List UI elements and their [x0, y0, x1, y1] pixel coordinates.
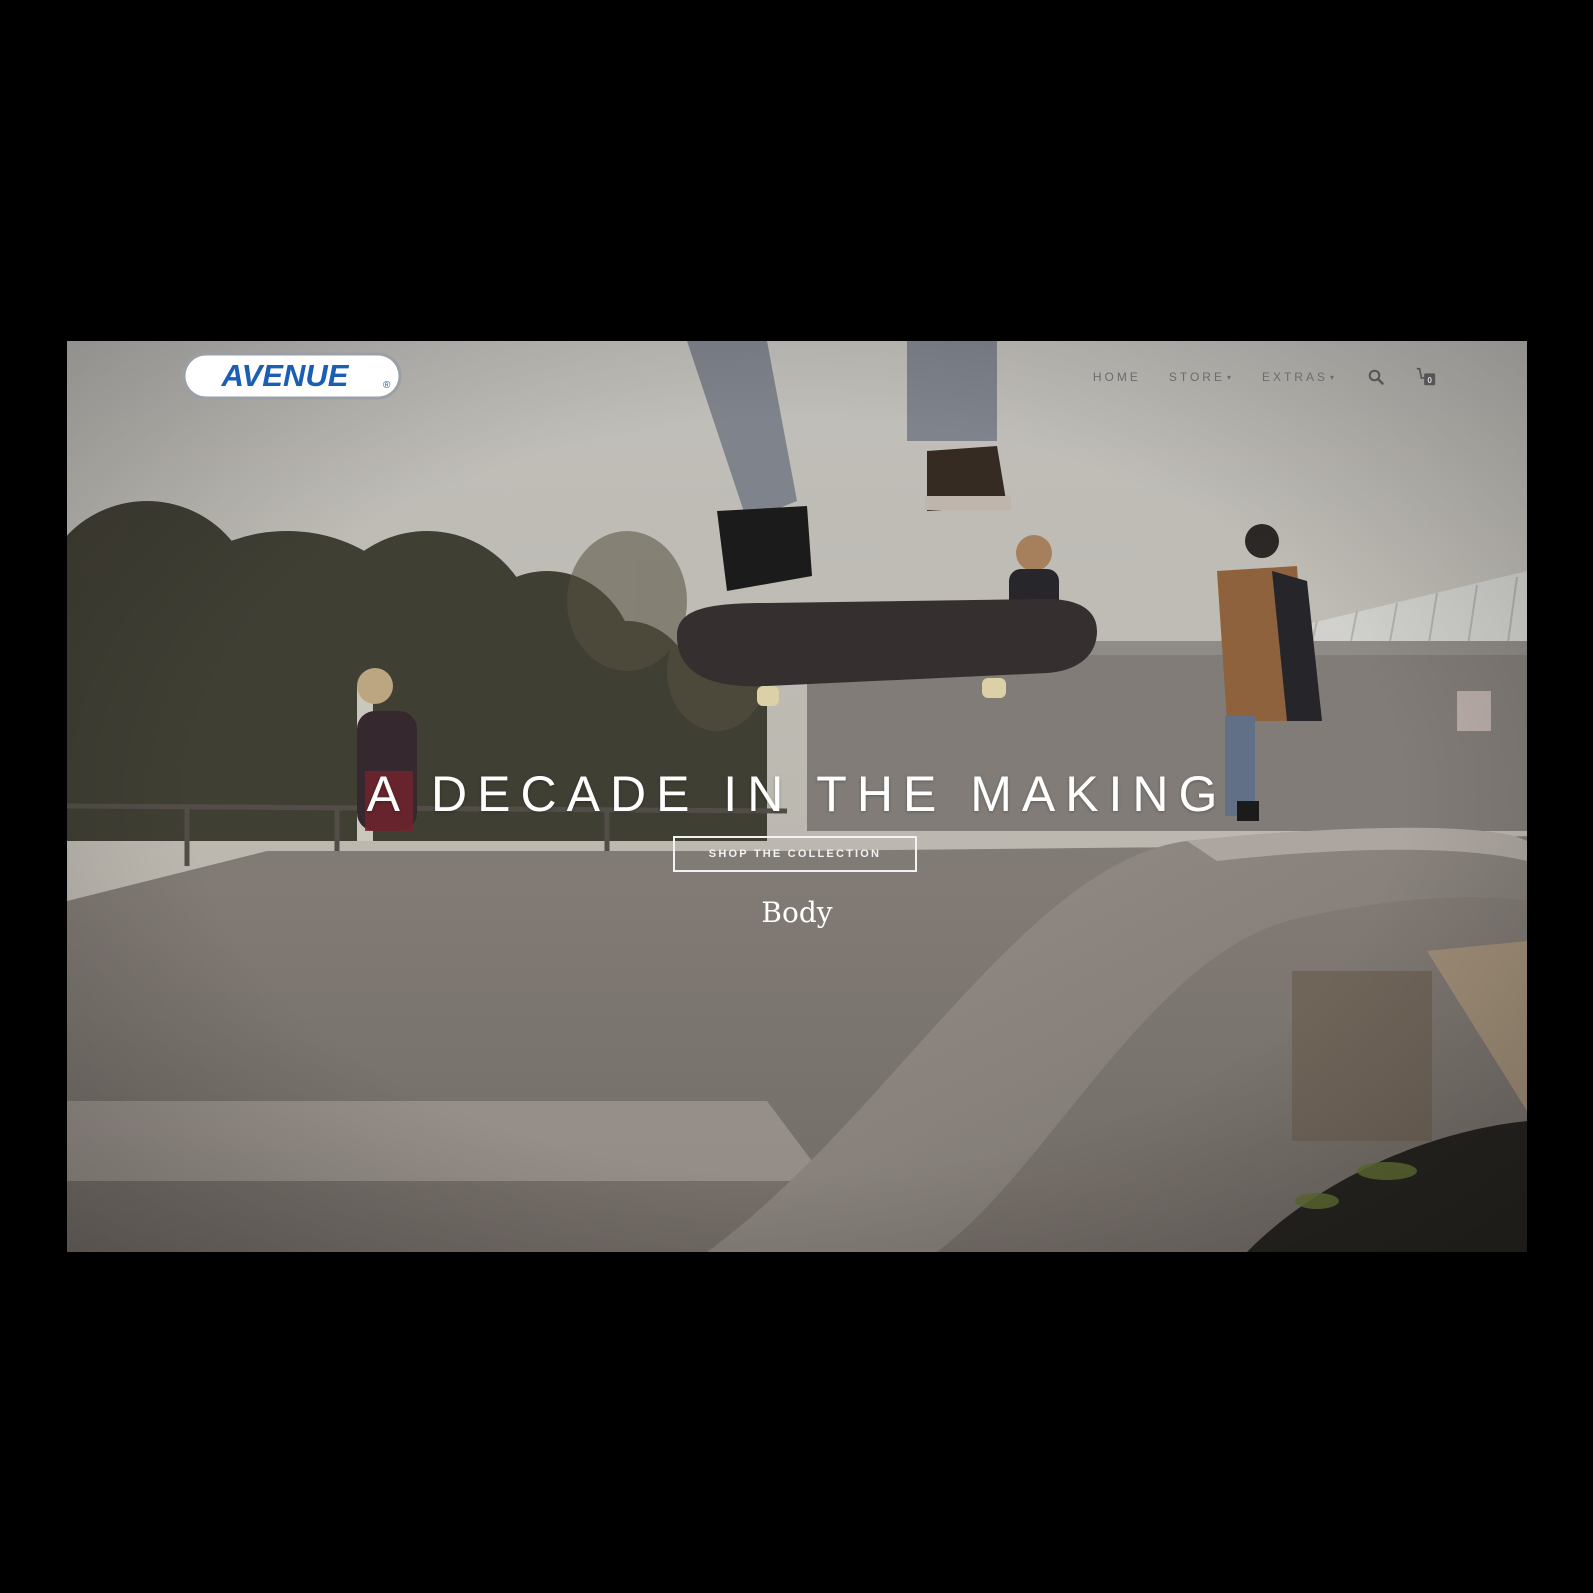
shop-the-collection-button[interactable]: SHOP THE COLLECTION [673, 836, 917, 872]
main-nav: HOME STORE ▾ EXTRAS ▾ 0 [1093, 363, 1437, 391]
hero-title: A DECADE IN THE MAKING [366, 765, 1228, 822]
chevron-down-icon: ▾ [1329, 372, 1337, 382]
avenue-logo[interactable]: AVENUE ® [181, 351, 403, 401]
site-header: AVENUE ® HOME STORE ▾ EXTRAS ▾ 0 [67, 341, 1527, 413]
website-screen: AVENUE ® HOME STORE ▾ EXTRAS ▾ 0 A DECAD… [67, 341, 1527, 1252]
nav-store[interactable]: STORE ▾ [1169, 370, 1234, 384]
body-text: Body [761, 896, 833, 929]
nav-store-label: STORE [1168, 370, 1225, 384]
nav-home[interactable]: HOME [1093, 370, 1141, 384]
cart-icon[interactable]: 0 [1415, 366, 1437, 388]
search-icon[interactable] [1365, 366, 1387, 388]
nav-extras[interactable]: EXTRAS ▾ [1262, 370, 1337, 384]
nav-extras-label: EXTRAS [1261, 370, 1328, 384]
nav-home-label: HOME [1092, 370, 1141, 384]
logo-registered-mark: ® [383, 380, 391, 391]
logo-text: AVENUE [221, 358, 350, 393]
chevron-down-icon: ▾ [1226, 372, 1234, 382]
cart-count: 0 [1427, 376, 1432, 385]
